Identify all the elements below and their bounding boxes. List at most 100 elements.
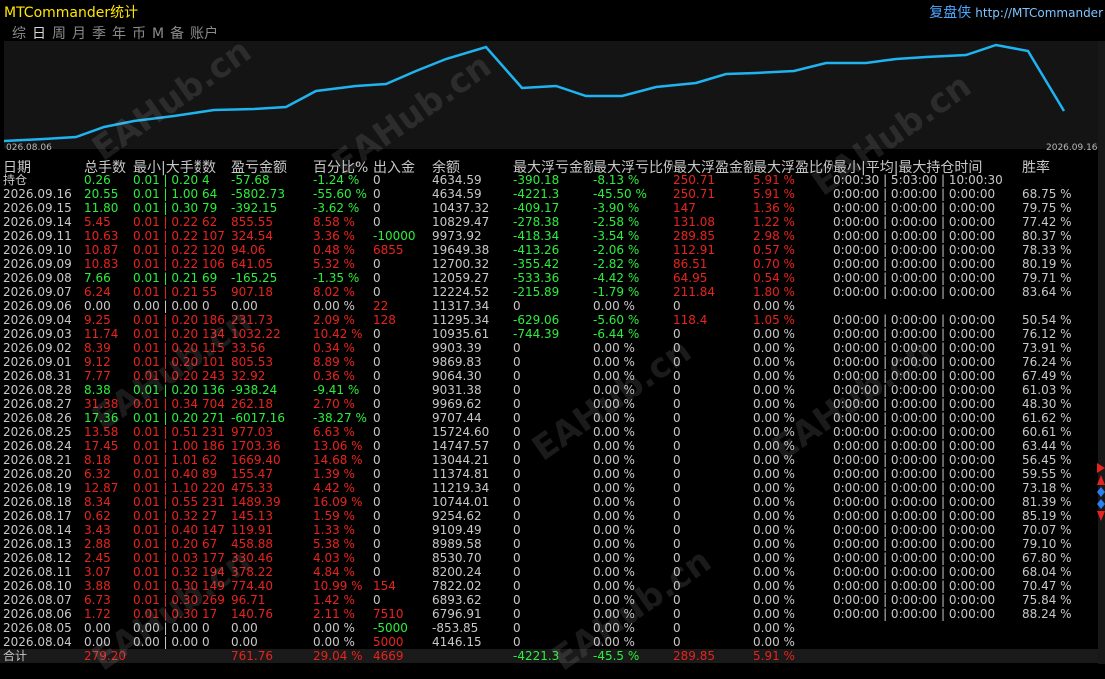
table-cell: 67.80 % (1022, 551, 1072, 565)
table-row[interactable]: 2026.08.18 8.34 0.01 | 0.55 231 1489.39 16.09… (0, 495, 1098, 509)
table-cell: 10829.47 (432, 215, 490, 229)
table-row[interactable]: 2026.09.01 9.12 0.01 | 0.20 101 805.53 8.89 %… (0, 355, 1098, 369)
tab-0[interactable]: 综 (12, 26, 26, 42)
table-row[interactable]: 2026.08.21 8.18 0.01 | 1.01 62 1669.40 14.68 … (0, 453, 1098, 467)
table-cell: 250.71 (673, 173, 715, 187)
table-cell: 0:00:00 | 0:00:00 | 0:00:00 (833, 215, 996, 229)
table-row[interactable]: 2026.08.28 8.38 0.01 | 0.20 136 -938.24 -9.41… (0, 383, 1098, 397)
table-cell: 持仓 (3, 173, 28, 187)
vertical-scrollbar[interactable] (1098, 41, 1105, 664)
table-cell: -355.42 (513, 257, 560, 271)
tab-1[interactable]: 日 (32, 26, 46, 42)
table-cell: -392.15 (231, 201, 278, 215)
table-row[interactable]: 2026.09.11 10.63 0.01 | 0.22 107 324.54 3.36 … (0, 229, 1098, 243)
table-cell: 0.70 % (753, 257, 795, 271)
table-row[interactable]: 2026.08.13 2.88 0.01 | 0.20 67 458.88 5.38 % 0… (0, 537, 1098, 551)
table-row[interactable]: 2026.08.26 17.36 0.01 | 0.20 271 -6017.16 -38… (0, 411, 1098, 425)
table-cell: 2026.08.18 (3, 495, 72, 509)
table-cell: 0.00 | 0.00 (133, 635, 199, 649)
table-row[interactable]: 2026.09.03 11.74 0.01 | 0.20 134 1032.22 10.4… (0, 327, 1098, 341)
table-cell: 177 (202, 551, 225, 565)
url-link[interactable]: http://MTCommander (975, 6, 1103, 20)
table-cell: 19649.38 (432, 243, 490, 257)
table-cell: 2026.09.09 (3, 257, 72, 271)
table-cell: 64 (202, 187, 218, 201)
table-row[interactable]: 2026.09.04 9.25 0.01 | 0.20 186 231.73 2.09 %… (0, 313, 1098, 327)
table-cell: 0:00:00 | 0:00:00 | 0:00:00 (833, 383, 996, 397)
table-row[interactable]: 2026.08.17 0.62 0.01 | 0.32 27 145.13 1.59 % 0… (0, 509, 1098, 523)
table-cell: 0.00 % (593, 607, 635, 621)
table-cell: 211.84 (673, 285, 715, 299)
table-cell: 79.71 % (1022, 271, 1072, 285)
table-cell: 10.99 % (313, 579, 363, 593)
table-row[interactable]: 2026.09.02 8.39 0.01 | 0.20 115 33.56 0.34 % 0… (0, 341, 1098, 355)
table-row[interactable]: 2026.08.27 31.38 0.01 | 0.34 704 262.18 2.70 … (0, 397, 1098, 411)
table-row[interactable]: 2026.08.25 13.58 0.01 | 0.51 231 977.03 6.63 … (0, 425, 1098, 439)
table-cell: 3.88 (84, 579, 111, 593)
table-cell: 907.18 (231, 285, 273, 299)
table-cell: 73.91 % (1022, 341, 1072, 355)
table-row[interactable]: 2026.09.09 10.83 0.01 | 0.22 106 641.05 5.32 … (0, 257, 1098, 271)
table-row[interactable]: 2026.08.20 6.32 0.01 | 0.40 89 155.47 1.39 % 0… (0, 467, 1098, 481)
table-cell: 8.38 (84, 383, 111, 397)
table-cell: 0 (373, 369, 381, 383)
table-row[interactable]: 2026.09.15 11.80 0.01 | 0.30 79 -392.15 -3.62… (0, 201, 1098, 215)
table-cell: 0:00:00 | 0:00:00 | 0:00:00 (833, 551, 996, 565)
tab-4[interactable]: 季 (92, 26, 106, 42)
tab-2[interactable]: 周 (52, 26, 66, 42)
table-cell: 2026.08.12 (3, 551, 72, 565)
tab-6[interactable]: 币 (132, 26, 146, 42)
table-row[interactable]: 2026.08.31 7.77 0.01 | 0.20 243 32.92 0.36 % 0… (0, 369, 1098, 383)
table-row[interactable]: 持仓 0.26 0.01 | 0.20 4 -57.68 -1.24 % 0 4634.59 -… (0, 173, 1098, 187)
tab-8[interactable]: 备 (170, 26, 184, 42)
table-cell: 64.95 (673, 271, 708, 285)
table-cell: 1.05 % (753, 313, 795, 327)
table-row[interactable]: 2026.08.19 12.87 0.01 | 1.10 220 475.33 4.42 … (0, 481, 1098, 495)
tab-3[interactable]: 月 (72, 26, 86, 42)
table-cell: 2026.09.04 (3, 313, 72, 327)
tab-7[interactable]: M (152, 26, 164, 42)
table-cell: 4146.15 (432, 635, 482, 649)
table-cell: 合计 (3, 649, 28, 663)
table-row[interactable]: 2026.08.05 0.00 0.00 | 0.00 0 0.00 0.00 % -500… (0, 621, 1098, 635)
table-cell: 0:00:30 | 5:03:00 | 10:00:30 (833, 173, 1003, 187)
table-row[interactable]: 2026.08.14 3.43 0.01 | 0.40 147 119.91 1.33 %… (0, 523, 1098, 537)
table-cell: 48.30 % (1022, 397, 1072, 411)
table-row[interactable]: 2026.08.11 3.07 0.01 | 0.32 194 378.22 4.84 %… (0, 565, 1098, 579)
table-cell: 2026.08.06 (3, 607, 72, 621)
table-row[interactable]: 2026.09.08 7.66 0.01 | 0.21 69 -165.25 -1.35 … (0, 271, 1098, 285)
table-row[interactable]: 2026.08.04 0.00 0.00 | 0.00 0 0.00 0.00 % 5000… (0, 635, 1098, 649)
tab-9[interactable]: 账户 (190, 26, 218, 42)
table-cell: 5.38 % (313, 537, 355, 551)
table-row[interactable]: 2026.09.06 0.00 0.00 | 0.00 0 0.00 0.00 % 22 11… (0, 299, 1098, 313)
table-cell: 0 (673, 481, 681, 495)
table-cell: 0 (373, 397, 381, 411)
table-cell: 0.00 % (593, 341, 635, 355)
total-row[interactable]: 合计 279.20 761.76 29.04 % 4669 -4221.3 -45.5 % 2… (0, 649, 1098, 663)
replay-link[interactable]: 复盘侠 (929, 5, 971, 21)
table-cell: 0 (513, 635, 521, 649)
table-cell: 101 (202, 355, 225, 369)
table-cell: 0:00:00 | 0:00:00 | 0:00:00 (833, 439, 996, 453)
table-row[interactable]: 2026.09.10 10.87 0.01 | 0.22 120 94.06 0.48 %… (0, 243, 1098, 257)
tab-5[interactable]: 年 (112, 26, 126, 42)
table-cell: 0 (513, 607, 521, 621)
table-cell: 0.00 % (593, 495, 635, 509)
table-row[interactable]: 2026.08.10 3.88 0.01 | 0.30 149 774.40 10.99 … (0, 579, 1098, 593)
equity-line (3, 43, 1066, 143)
table-cell: -3.54 % (593, 229, 640, 243)
table-row[interactable]: 2026.09.07 6.24 0.01 | 0.21 55 907.18 8.02 % 0… (0, 285, 1098, 299)
table-cell: 0:00:00 | 0:00:00 | 0:00:00 (833, 411, 996, 425)
table-cell: 3.07 (84, 565, 111, 579)
table-row[interactable]: 2026.08.06 1.72 0.01 | 0.30 17 140.76 2.11 % 7… (0, 607, 1098, 621)
table-cell: 0.00 % (753, 621, 795, 635)
table-row[interactable]: 2026.08.07 6.73 0.01 | 0.30 269 96.71 1.42 % 0… (0, 593, 1098, 607)
table-cell: -390.18 (513, 173, 560, 187)
table-row[interactable]: 2026.08.12 2.45 0.01 | 0.03 177 330.46 4.03 %… (0, 551, 1098, 565)
table-cell: 0 (673, 341, 681, 355)
table-row[interactable]: 2026.09.14 5.45 0.01 | 0.22 62 855.55 8.58 % 0… (0, 215, 1098, 229)
table-row[interactable]: 2026.09.16 20.55 0.01 | 1.00 64 -5802.73 -55.… (0, 187, 1098, 201)
table-row[interactable]: 2026.08.24 17.45 0.01 | 1.00 186 1703.36 13.0… (0, 439, 1098, 453)
table-cell: 5.91 % (753, 173, 795, 187)
table-cell: 805.53 (231, 355, 273, 369)
